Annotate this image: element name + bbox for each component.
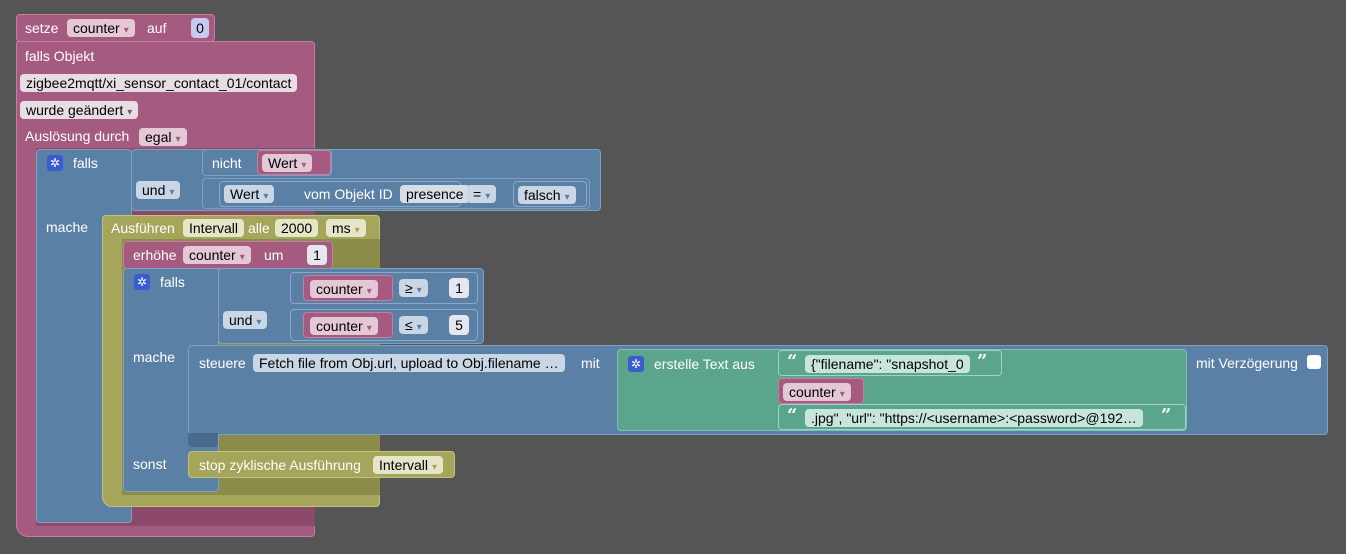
- inner-compare-1[interactable]: counter ≥ 1: [290, 272, 478, 304]
- set-value-input[interactable]: 0: [191, 18, 209, 38]
- trigger-object-id[interactable]: zigbee2mqtt/xi_sensor_contact_01/contact: [20, 74, 298, 92]
- gear-icon[interactable]: ✲: [134, 274, 150, 290]
- quote-open-icon: “: [787, 405, 798, 426]
- state-attr-dropdown[interactable]: Wert: [224, 185, 275, 203]
- control-with-label: mit: [581, 355, 600, 371]
- counter-variable-dropdown[interactable]: counter: [310, 280, 378, 298]
- value-dropdown[interactable]: Wert: [262, 154, 313, 172]
- object-id-field[interactable]: presence: [400, 185, 470, 203]
- compare-value-input[interactable]: 1: [449, 278, 469, 298]
- boolean-block[interactable]: falsch: [513, 181, 587, 207]
- counter-var-block[interactable]: counter: [303, 312, 393, 338]
- not-block[interactable]: nicht Wert: [202, 149, 332, 176]
- trigger-ausloesung-dropdown[interactable]: egal: [139, 128, 187, 146]
- increment-by-label: um: [264, 247, 284, 263]
- increment-value-input[interactable]: 1: [307, 245, 327, 265]
- quote-open-icon: “: [787, 351, 798, 372]
- delay-label: mit Verzögerung: [1196, 355, 1298, 371]
- from-object-label: vom Objekt ID: [304, 186, 393, 202]
- get-state-block[interactable]: Wert vom Objekt ID presence: [219, 181, 470, 207]
- inner-if-sonst-label: sonst: [133, 456, 167, 472]
- counter-variable-dropdown[interactable]: counter: [310, 317, 378, 335]
- not-label: nicht: [212, 155, 242, 171]
- text-literal-2-field[interactable]: .jpg", "url": "https://<username>:<passw…: [805, 409, 1143, 427]
- text-literal-1[interactable]: “ {"filename": "snapshot_0 ”: [778, 350, 1002, 376]
- increment-label: erhöhe: [133, 247, 177, 263]
- control-target-field[interactable]: Fetch file from Obj.url, upload to Obj.f…: [253, 354, 565, 372]
- quote-close-icon: ”: [1161, 405, 1172, 426]
- set-to-label: auf: [147, 20, 167, 36]
- trigger-changed-dropdown[interactable]: wurde geändert: [20, 101, 139, 119]
- interval-unit-dropdown[interactable]: ms: [326, 219, 366, 237]
- interval-ms-field[interactable]: 2000: [275, 219, 319, 237]
- boolean-dropdown[interactable]: falsch: [518, 186, 576, 204]
- interval-execute-label: Ausführen: [111, 220, 175, 236]
- gear-icon[interactable]: ✲: [628, 356, 644, 372]
- stop-interval-dropdown[interactable]: Intervall: [373, 456, 444, 474]
- trigger-falls-object-label: falls Objekt: [25, 48, 95, 64]
- compare-operator-dropdown[interactable]: ≥: [399, 279, 428, 297]
- gear-icon[interactable]: ✲: [47, 155, 63, 171]
- trigger-ausloesung-label: Auslösung durch: [25, 128, 130, 144]
- interval-every-label: alle: [248, 220, 270, 236]
- increment-variable-dropdown[interactable]: counter: [183, 246, 251, 264]
- outer-if-mache-label: mache: [46, 219, 89, 235]
- inner-if-mache-label: mache: [133, 349, 176, 365]
- increment-block[interactable]: erhöhe counter um 1: [123, 241, 333, 269]
- compare-block[interactable]: Wert vom Objekt ID presence = falsch: [202, 178, 590, 209]
- inner-if-falls-label: falls: [160, 274, 185, 290]
- stop-interval-block[interactable]: stop zyklische Ausführung Intervall: [188, 451, 455, 478]
- outer-if-falls-label: falls: [73, 155, 98, 171]
- compare-operator-dropdown[interactable]: =: [467, 185, 497, 203]
- compare-operator-dropdown[interactable]: ≤: [399, 316, 428, 334]
- set-variable-dropdown[interactable]: counter: [67, 19, 135, 37]
- logic-operator-dropdown[interactable]: und: [136, 181, 181, 199]
- interval-name-field[interactable]: Intervall: [183, 219, 245, 237]
- text-literal-1-field[interactable]: {"filename": "snapshot_0: [805, 355, 970, 373]
- counter-variable-dropdown[interactable]: counter: [783, 383, 851, 401]
- text-literal-2[interactable]: “ .jpg", "url": "https://<username>:<pas…: [778, 404, 1186, 430]
- value-block[interactable]: Wert: [257, 150, 331, 175]
- set-variable-block[interactable]: setze counter auf 0: [16, 14, 215, 42]
- control-bottom-slot: [188, 433, 218, 447]
- control-label: steuere: [199, 355, 246, 371]
- delay-checkbox[interactable]: [1307, 355, 1321, 369]
- inner-compare-2[interactable]: counter ≤ 5: [290, 309, 478, 341]
- inner-logic-operator-dropdown[interactable]: und: [223, 311, 268, 329]
- quote-close-icon: ”: [977, 351, 988, 372]
- text-join-label: erstelle Text aus: [654, 356, 755, 372]
- set-label: setze: [25, 20, 59, 36]
- counter-var-block[interactable]: counter: [303, 275, 393, 301]
- counter-var-block[interactable]: counter: [778, 378, 864, 404]
- stop-label: stop zyklische Ausführung: [199, 457, 361, 473]
- compare-value-input[interactable]: 5: [449, 315, 469, 335]
